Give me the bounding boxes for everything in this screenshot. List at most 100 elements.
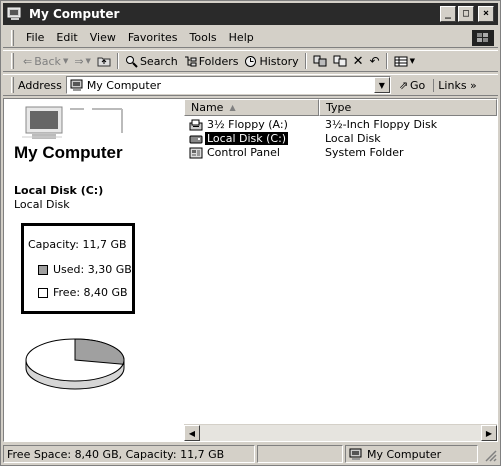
menu-view[interactable]: View bbox=[84, 31, 122, 44]
maximize-button[interactable]: □ bbox=[458, 6, 474, 22]
move-to-button[interactable] bbox=[310, 55, 330, 67]
address-label: Address bbox=[18, 78, 62, 92]
used-swatch bbox=[38, 264, 48, 275]
column-header-name[interactable]: Name ▲ bbox=[184, 99, 319, 116]
move-to-icon bbox=[313, 55, 327, 67]
close-button[interactable]: × bbox=[478, 6, 494, 22]
back-button[interactable]: ⇐ Back ▼ bbox=[20, 55, 71, 68]
status-middle bbox=[257, 445, 343, 463]
computer-banner-icon bbox=[22, 106, 123, 139]
search-icon bbox=[125, 55, 138, 68]
scroll-right-button[interactable]: ▶ bbox=[481, 425, 497, 441]
history-button[interactable]: History bbox=[241, 55, 301, 68]
explorer-window: My Computer _ □ × File Edit View Favorit… bbox=[0, 0, 501, 466]
hard-disk-icon bbox=[189, 135, 203, 143]
forward-arrow-icon: ⇒ bbox=[74, 54, 84, 68]
forward-button[interactable]: ⇒ ▼ bbox=[71, 55, 94, 68]
list-item[interactable]: Control Panel System Folder bbox=[184, 146, 497, 160]
used-text: Used: 3,30 GB bbox=[53, 263, 132, 276]
horizontal-scrollbar[interactable]: ◀ ▶ bbox=[184, 424, 497, 441]
menu-tools[interactable]: Tools bbox=[184, 31, 223, 44]
list-item-name[interactable]: 3½ Floppy (A:) bbox=[189, 118, 290, 131]
selected-item-name: Local Disk (C:) bbox=[14, 184, 104, 197]
panel-title: My Computer bbox=[14, 143, 123, 162]
up-folder-icon bbox=[97, 57, 111, 67]
windows-logo-icon bbox=[472, 30, 494, 46]
views-button[interactable]: ▼ bbox=[391, 56, 418, 67]
window-title: My Computer bbox=[29, 7, 120, 21]
toolbar-separator bbox=[116, 53, 119, 69]
control-panel-icon bbox=[189, 147, 203, 158]
list-item[interactable]: 3½ Floppy (A:) 3½-Inch Floppy Disk bbox=[184, 118, 497, 132]
free-text: Free: 8,40 GB bbox=[53, 286, 128, 299]
standard-toolbar: ⇐ Back ▼ ⇒ ▼ Search Folders History ✕ ↶ … bbox=[3, 50, 498, 72]
file-list[interactable]: Name ▲ Type 3½ Floppy (A:) 3½-Inch Flopp… bbox=[184, 99, 497, 424]
free-legend: Free: 8,40 GB bbox=[38, 286, 128, 299]
title-bar[interactable]: My Computer _ □ × bbox=[3, 3, 498, 25]
minimize-button[interactable]: _ bbox=[440, 6, 456, 22]
delete-icon: ✕ bbox=[352, 53, 364, 69]
status-zone-label: My Computer bbox=[367, 447, 442, 461]
list-item-name[interactable]: Control Panel bbox=[189, 146, 282, 159]
used-legend: Used: 3,30 GB bbox=[38, 263, 132, 276]
menu-edit[interactable]: Edit bbox=[50, 31, 83, 44]
back-dropdown-icon: ▼ bbox=[62, 57, 69, 65]
forward-dropdown-icon: ▼ bbox=[85, 57, 91, 65]
back-label: Back bbox=[34, 54, 61, 68]
go-button[interactable]: ⇗ Go bbox=[399, 79, 425, 92]
scroll-left-button[interactable]: ◀ bbox=[184, 425, 200, 441]
sort-ascending-icon: ▲ bbox=[229, 103, 236, 112]
selected-item-type: Local Disk bbox=[14, 198, 70, 211]
menu-favorites[interactable]: Favorites bbox=[122, 31, 184, 44]
undo-button[interactable]: ↶ bbox=[367, 54, 383, 68]
list-item-type: System Folder bbox=[325, 146, 404, 159]
search-button[interactable]: Search bbox=[122, 55, 181, 68]
folders-icon bbox=[184, 56, 197, 67]
menu-file[interactable]: File bbox=[20, 31, 50, 44]
content-area: My Computer Local Disk (C:) Local Disk C… bbox=[3, 98, 498, 442]
free-swatch bbox=[38, 287, 48, 298]
my-computer-zone-icon bbox=[349, 448, 362, 460]
capacity-box: Capacity: 11,7 GB Used: 3,30 GB Free: 8,… bbox=[21, 223, 135, 314]
details-panel: My Computer Local Disk (C:) Local Disk C… bbox=[4, 99, 184, 441]
pie-used-slice bbox=[74, 338, 125, 365]
views-icon bbox=[394, 56, 408, 66]
list-item-name[interactable]: Local Disk (C:) bbox=[189, 132, 289, 145]
status-free-space: Free Space: 8,40 GB, Capacity: 11,7 GB bbox=[3, 445, 255, 463]
copy-to-icon bbox=[333, 55, 347, 67]
address-dropdown-button[interactable]: ▼ bbox=[373, 77, 390, 93]
disk-usage-pie bbox=[25, 338, 125, 390]
my-computer-small-icon bbox=[70, 79, 83, 91]
menu-help[interactable]: Help bbox=[223, 31, 260, 44]
up-folder-button[interactable] bbox=[94, 55, 114, 67]
column-name-label: Name bbox=[191, 101, 224, 114]
menu-grip[interactable] bbox=[11, 29, 14, 46]
column-type-label: Type bbox=[326, 101, 352, 114]
history-icon bbox=[245, 55, 257, 67]
address-grip[interactable] bbox=[11, 77, 14, 93]
go-arrow-icon: ⇗ bbox=[398, 78, 409, 92]
my-computer-icon bbox=[7, 7, 21, 20]
toolbar-separator bbox=[304, 53, 307, 69]
copy-to-button[interactable] bbox=[330, 55, 350, 67]
floppy-drive-icon bbox=[189, 119, 203, 130]
go-label: Go bbox=[410, 78, 426, 92]
capacity-text: Capacity: 11,7 GB bbox=[28, 238, 127, 251]
status-bar: Free Space: 8,40 GB, Capacity: 11,7 GB M… bbox=[3, 444, 498, 464]
links-button[interactable]: Links » bbox=[433, 78, 477, 92]
undo-icon: ↶ bbox=[369, 54, 380, 68]
toolbar-separator bbox=[385, 53, 388, 69]
search-label: Search bbox=[139, 54, 178, 68]
toolbar-grip[interactable] bbox=[11, 53, 14, 69]
views-dropdown-icon: ▼ bbox=[409, 57, 415, 65]
list-item[interactable]: Local Disk (C:) Local Disk bbox=[184, 132, 497, 146]
delete-button[interactable]: ✕ bbox=[350, 54, 367, 69]
resize-grip-icon[interactable] bbox=[480, 445, 498, 463]
address-value: My Computer bbox=[86, 78, 161, 92]
column-header-type[interactable]: Type bbox=[319, 99, 497, 116]
menu-bar: File Edit View Favorites Tools Help bbox=[3, 28, 498, 48]
address-input[interactable]: My Computer ▼ bbox=[65, 76, 391, 94]
address-bar: Address My Computer ▼ ⇗ Go Links » bbox=[3, 74, 498, 96]
folders-button[interactable]: Folders bbox=[181, 55, 242, 68]
folders-label: Folders bbox=[198, 54, 239, 68]
